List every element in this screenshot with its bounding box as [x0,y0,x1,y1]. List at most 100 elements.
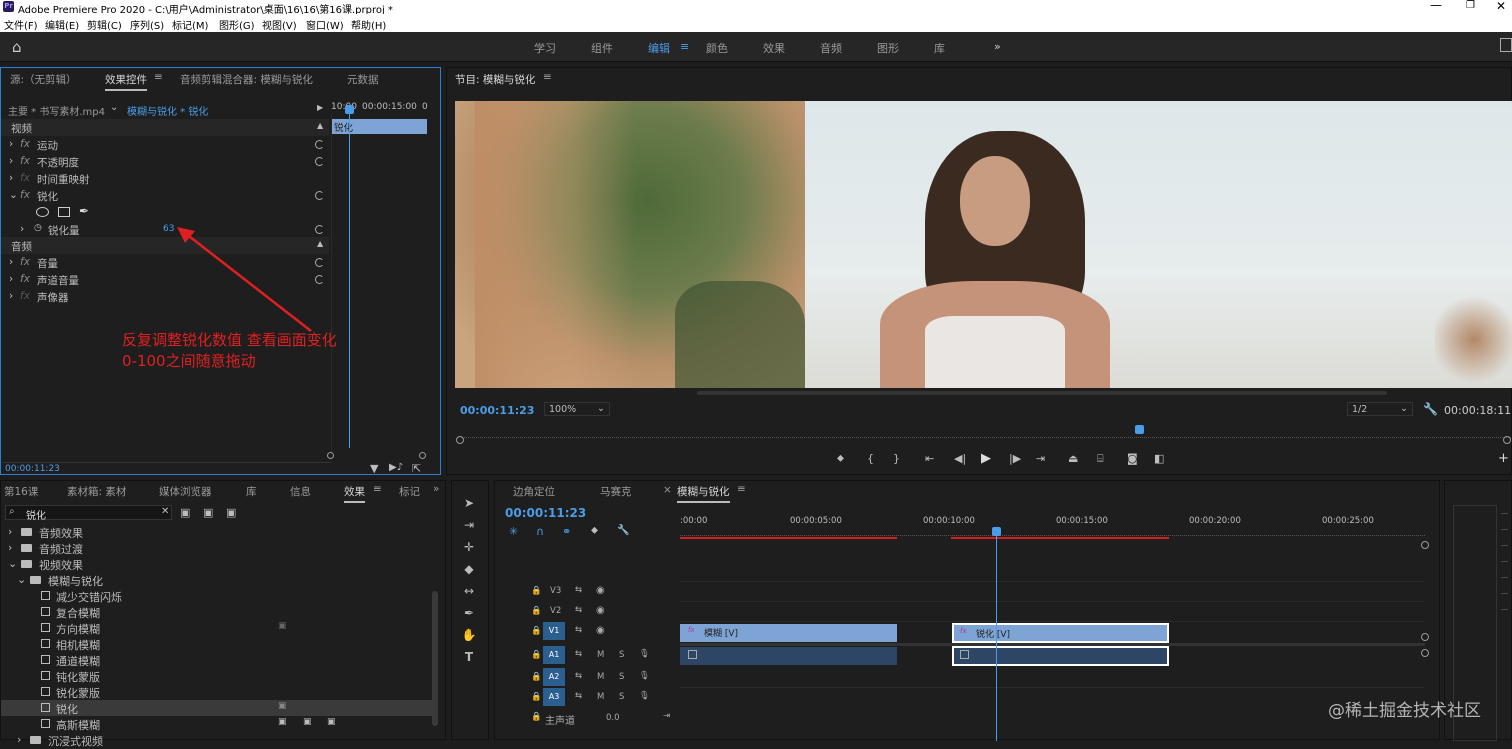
tree-item-audio-transitions[interactable]: › 音频过渡 [1,540,433,556]
menu-window[interactable]: 窗口(W) [306,17,344,32]
audio-clip-a1-selected[interactable] [952,646,1169,666]
sync-lock-icon[interactable]: ⇆ [575,585,582,595]
ellipse-mask-icon[interactable] [36,207,49,217]
go-to-out-icon[interactable]: ⇥ [1036,452,1045,465]
extract-icon[interactable]: ⌸ [1097,452,1104,466]
ws-color[interactable]: 颜色 [706,40,728,56]
fx-icon[interactable]: fx [20,273,30,285]
accelerated-filter-icon[interactable]: ▣ [180,506,190,519]
tree-item-effect[interactable]: 锐化蒙版 [1,684,433,700]
tab-project[interactable]: 第16课 [4,484,38,499]
wrench-icon[interactable]: 🔧 [1423,402,1438,416]
eye-icon[interactable]: ◉ [596,585,605,596]
lock-icon[interactable]: 🔒 [531,586,542,596]
play-icon[interactable]: ▶ [317,103,323,112]
sequence-path[interactable]: 模糊与锐化 * 锐化 [127,103,208,118]
close-tab-icon[interactable]: × [663,484,672,496]
minimize-icon[interactable]: — [1430,0,1442,12]
tree-item-effect[interactable]: 复合模糊 [1,604,433,620]
expand-icon[interactable]: › [9,256,13,268]
menu-view[interactable]: 视图(V) [262,17,297,32]
scroll-handle[interactable] [1421,633,1429,641]
tab-markers[interactable]: 标记 [399,484,420,499]
target-v1[interactable]: V1 [543,622,565,640]
scroll-handle[interactable] [1421,649,1429,657]
video-frame[interactable] [455,101,1512,388]
effects-scrollbar[interactable] [432,591,438,726]
expand-icon[interactable]: › [9,138,13,150]
scroll-handle[interactable] [1421,541,1429,549]
lock-icon[interactable]: 🔒 [531,692,542,702]
fx-icon[interactable]: fx [20,138,30,150]
target-a3[interactable]: A3 [543,688,565,706]
sync-lock-icon[interactable]: ⇆ [575,671,582,681]
quality-select[interactable]: 1/2 ⌄ [1347,402,1413,416]
tree-item-effect[interactable]: 通道模糊 [1,652,433,668]
nest-icon[interactable]: ✳ [509,525,518,538]
microphone-icon[interactable]: 🎙 [639,649,650,659]
lock-icon[interactable]: 🔒 [531,712,542,722]
tab-metadata[interactable]: 元数据 [347,72,379,87]
zoom-handle-left[interactable] [327,452,334,459]
tab-libraries[interactable]: 库 [246,484,257,499]
expand-icon[interactable]: › [9,290,13,302]
tree-item-video-effects[interactable]: ⌄ 视频效果 [1,556,433,572]
tree-item-effect[interactable]: 钝化蒙版 [1,668,433,684]
compare-icon[interactable]: ◧ [1154,452,1164,465]
lift-icon[interactable]: ⏏ [1068,452,1078,465]
lock-icon[interactable]: 🔒 [531,650,542,660]
ws-more-icon[interactable]: » [994,40,1001,53]
effect-row-opacity[interactable]: › fx 不透明度 [1,153,329,170]
tab-effect-controls[interactable]: 效果控件 [105,72,147,91]
collapse-icon[interactable]: ▲ [317,121,323,130]
tree-item-sharpen-selected[interactable]: 锐化 ▣ [1,700,433,716]
tree-item-effect[interactable]: 方向模糊 ▣ [1,620,433,636]
program-timecode[interactable]: 00:00:11:23 [460,404,534,417]
menu-marker[interactable]: 标记(M) [172,17,208,32]
tab-effects[interactable]: 效果 [344,484,365,503]
add-marker-icon[interactable]: ⬥ [837,453,844,464]
ec-playhead[interactable] [349,108,350,448]
effect-row-sharpen[interactable]: ⌄ fx 锐化 [1,187,329,204]
eye-icon[interactable]: ◉ [596,605,605,616]
ws-menu-icon[interactable]: ≡ [680,40,689,53]
tab-media-browser[interactable]: 媒体浏览器 [159,484,212,499]
share-icon[interactable] [1500,38,1512,52]
expand-icon[interactable]: › [9,172,13,184]
collapse-arrow-icon[interactable]: ⌄ [9,189,18,201]
play-button-icon[interactable]: ▶ [981,451,991,466]
tree-item-audio-effects[interactable]: › 音频效果 [1,524,433,540]
home-icon[interactable]: ⌂ [12,38,22,56]
mute-button[interactable]: M [597,692,604,702]
stopwatch-icon[interactable]: ◷ [34,223,42,233]
ws-learn[interactable]: 学习 [534,40,556,56]
yuv-filter-icon[interactable]: ▣ [226,506,236,519]
tree-item-effect[interactable]: 相机模糊 [1,636,433,652]
tab-bin[interactable]: 素材箱: 素材 [67,484,126,499]
audio-clip-a1[interactable] [680,647,897,665]
hand-tool-icon[interactable]: ✋ [461,628,477,642]
fx-icon[interactable]: fx [20,155,30,167]
reset-icon[interactable] [315,140,324,149]
ec-clip-bar[interactable]: 锐化 [331,119,427,134]
scrub-end-handle[interactable] [1503,436,1511,444]
tree-item-effect[interactable]: 减少交错闪烁 [1,588,433,604]
ws-assembly[interactable]: 组件 [591,40,613,56]
fx-icon[interactable]: fx [20,256,30,268]
ws-graphics[interactable]: 图形 [877,40,899,56]
target-a1[interactable]: A1 [543,646,565,664]
master-volume-value[interactable]: 0.0 [606,713,620,723]
target-a2[interactable]: A2 [543,668,565,686]
camera-icon[interactable]: ◙ [1127,452,1138,465]
panel-menu-icon[interactable]: ≡ [154,71,163,83]
tree-item-effect[interactable]: 高斯模糊 ▣ ▣ ▣ [1,716,433,732]
expand-icon[interactable]: › [20,223,24,235]
sync-lock-icon[interactable]: ⇆ [575,625,582,635]
tab-info[interactable]: 信息 [290,484,311,499]
razor-tool-icon[interactable]: ◆ [461,562,477,576]
more-tabs-icon[interactable]: » [433,483,439,495]
solo-button[interactable]: S [619,672,624,682]
step-forward-icon[interactable]: |▶ [1009,452,1021,465]
ec-scrollbar[interactable] [3,462,331,463]
mark-in-icon[interactable]: { [867,452,874,465]
